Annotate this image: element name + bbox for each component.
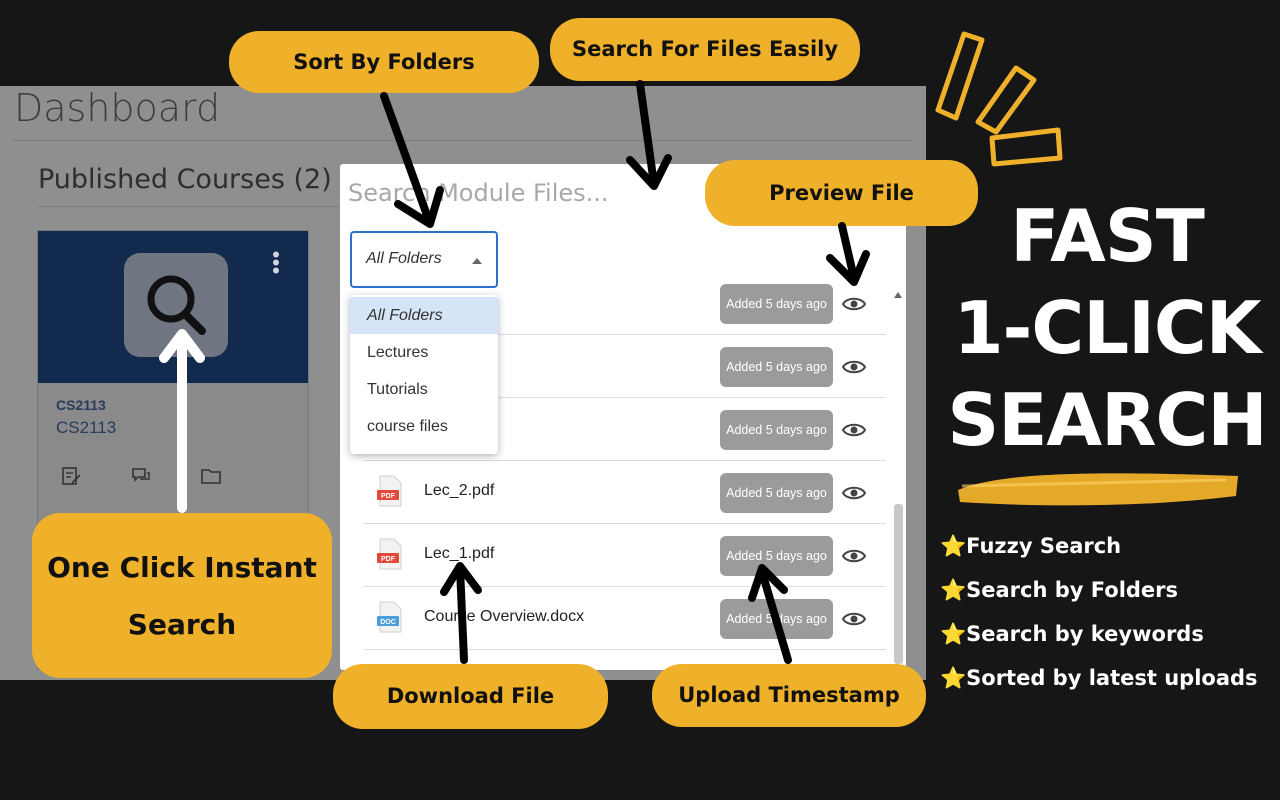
divider (38, 206, 338, 207)
pdf-file-icon: PDF (377, 475, 402, 507)
callout-upload-timestamp: Upload Timestamp (652, 664, 926, 727)
course-code[interactable]: CS2113 (56, 397, 106, 413)
headline-line: FAST (1010, 194, 1205, 278)
upload-timestamp-badge: Added 5 days ago (720, 536, 833, 576)
callout-download-file: Download File (333, 664, 608, 729)
pdf-file-icon: PDF (377, 538, 402, 570)
feature-item: ⭐Search by Folders (940, 578, 1179, 602)
headline-line: 1-CLICK (953, 286, 1261, 370)
upload-timestamp-badge: Added 5 days ago (720, 347, 833, 387)
dropdown-option-tutorials[interactable]: Tutorials (350, 371, 498, 408)
eye-icon[interactable] (842, 544, 866, 568)
callout-sort-by-folders: Sort By Folders (229, 31, 539, 93)
feature-item: ⭐Fuzzy Search (940, 534, 1122, 558)
caret-up-icon (472, 258, 482, 264)
eye-icon[interactable] (842, 418, 866, 442)
brush-stroke-decoration (958, 473, 1238, 506)
discussions-icon[interactable] (130, 465, 152, 487)
callout-one-click-search: One Click Instant Search (32, 513, 332, 678)
folder-dropdown: All Folders Lectures Tutorials course fi… (350, 295, 498, 454)
scrollbar[interactable] (891, 284, 905, 670)
published-courses-heading: Published Courses (2) (38, 164, 332, 195)
doc-file-icon: DOC (377, 601, 402, 633)
folder-icon[interactable] (200, 465, 222, 487)
file-row[interactable]: PDF Lec_1.pdf Added 5 days ago (364, 524, 886, 587)
upload-timestamp-badge: Added 5 days ago (720, 473, 833, 513)
file-type-label: PDF (381, 493, 396, 500)
scroll-thumb[interactable] (894, 504, 903, 664)
eye-icon[interactable] (842, 292, 866, 316)
kebab-menu-icon[interactable]: • • • (272, 244, 280, 282)
file-name[interactable]: Lec_2.pdf (424, 482, 494, 500)
divider (12, 140, 912, 141)
burst-decoration-icon (935, 31, 1063, 167)
dropdown-option-course-files[interactable]: course files (350, 408, 498, 445)
eye-icon[interactable] (842, 481, 866, 505)
headline: FAST 1-CLICK SEARCH (942, 190, 1272, 466)
dropdown-option-all-folders[interactable]: All Folders (350, 297, 498, 334)
eye-icon[interactable] (842, 607, 866, 631)
search-icon (147, 275, 206, 335)
callout-search-files: Search For Files Easily (550, 18, 860, 81)
folder-select-value: All Folders (366, 250, 442, 267)
feature-item: ⭐Sorted by latest uploads (940, 666, 1258, 690)
feature-list: ⭐Fuzzy Search ⭐Search by Folders ⭐Search… (940, 527, 1258, 703)
page-title: Dashboard (14, 86, 221, 130)
dropdown-option-lectures[interactable]: Lectures (350, 334, 498, 371)
file-search-modal: Added 5 days ago Added 5 days ago Added … (340, 164, 906, 670)
feature-item: ⭐Search by keywords (940, 622, 1204, 646)
upload-timestamp-badge: Added 5 days ago (720, 410, 833, 450)
course-card-actions (60, 465, 222, 487)
assignments-icon[interactable] (60, 465, 82, 487)
eye-icon[interactable] (842, 355, 866, 379)
file-type-label: PDF (381, 556, 396, 563)
file-name[interactable]: Lec_1.pdf (424, 545, 494, 563)
file-name[interactable]: Course Overview.docx (424, 608, 584, 626)
search-logo[interactable] (124, 253, 228, 357)
scroll-up-arrow[interactable] (894, 292, 902, 298)
folder-select[interactable]: All Folders (350, 231, 498, 288)
file-row[interactable]: PDF Lec_2.pdf Added 5 days ago (364, 461, 886, 524)
file-type-label: DOC (380, 619, 396, 626)
upload-timestamp-badge: Added 5 days ago (720, 284, 833, 324)
course-name[interactable]: CS2113 (56, 418, 116, 438)
headline-line: SEARCH (947, 378, 1267, 462)
upload-timestamp-badge: Added 5 days ago (720, 599, 833, 639)
file-row[interactable]: DOC Course Overview.docx Added 5 days ag… (364, 587, 886, 650)
course-card-header: • • • (38, 231, 308, 383)
